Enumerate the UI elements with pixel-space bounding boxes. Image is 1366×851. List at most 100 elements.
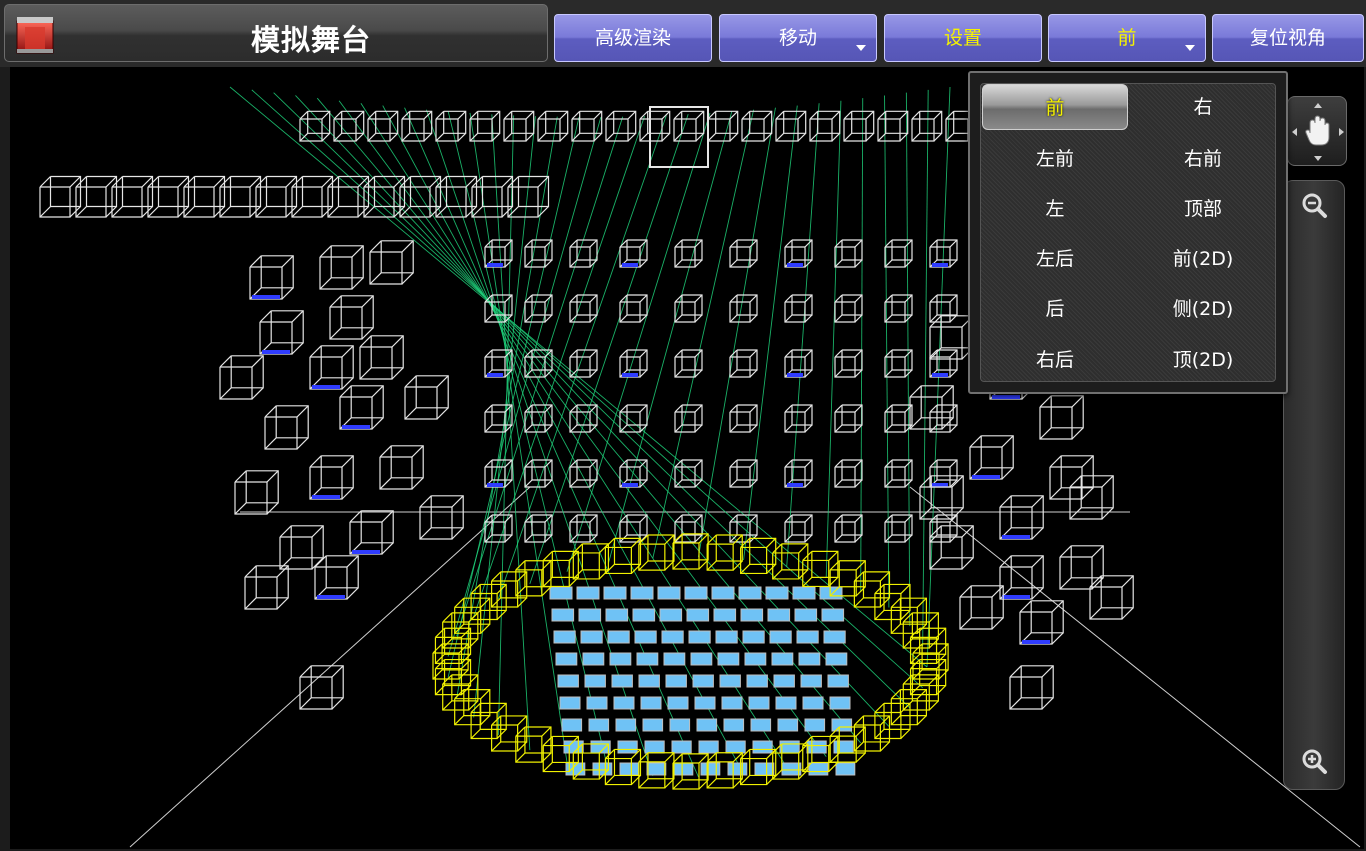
floor-light-tile bbox=[823, 630, 846, 644]
floor-light-tile bbox=[630, 586, 654, 600]
side-fixture bbox=[279, 525, 324, 570]
moving-head-fixture bbox=[929, 349, 958, 378]
floor-light-tile bbox=[806, 740, 827, 754]
side-fixture bbox=[1039, 395, 1084, 440]
view-option-left-front[interactable]: 左前 bbox=[982, 136, 1128, 182]
truss-fixture bbox=[399, 175, 442, 218]
floor-light-tile bbox=[667, 696, 689, 710]
zoom-out-icon[interactable] bbox=[1300, 191, 1328, 219]
floor-light-tile bbox=[713, 608, 737, 622]
floor-light-tile bbox=[549, 586, 573, 600]
moving-head-fixture bbox=[884, 514, 913, 543]
floor-light-tile bbox=[694, 696, 716, 710]
side-fixture bbox=[1089, 575, 1134, 620]
view-option-side-2d[interactable]: 侧(2D) bbox=[1130, 286, 1276, 332]
moving-head-fixture bbox=[929, 459, 958, 488]
floor-light-tile bbox=[673, 762, 694, 776]
floor-light-tile bbox=[808, 762, 829, 776]
light-beam bbox=[743, 105, 798, 561]
floor-light-tile bbox=[634, 630, 657, 644]
light-beam bbox=[922, 89, 929, 647]
side-fixture bbox=[909, 385, 954, 430]
floor-light-tile bbox=[607, 630, 630, 644]
floor-light-tile bbox=[767, 608, 791, 622]
floor-light-tile bbox=[559, 696, 581, 710]
light-beam bbox=[382, 105, 744, 775]
zoom-slider[interactable] bbox=[1283, 180, 1345, 790]
side-fixture bbox=[264, 405, 309, 450]
truss-fixture bbox=[471, 175, 514, 218]
floor-light-tile bbox=[740, 608, 764, 622]
view-option-right-front[interactable]: 右前 bbox=[1130, 136, 1276, 182]
floor-light-tile bbox=[833, 740, 854, 754]
side-fixture bbox=[1049, 455, 1094, 500]
view-select-button[interactable]: 前 bbox=[1048, 14, 1206, 62]
truss-fixture bbox=[333, 110, 365, 142]
chevron-down-icon bbox=[856, 45, 866, 51]
light-beam bbox=[697, 107, 776, 558]
floor-light-tile bbox=[715, 630, 738, 644]
side-fixture bbox=[219, 355, 264, 400]
floor-light-tile bbox=[557, 674, 579, 688]
floor-light-tile bbox=[582, 652, 605, 666]
view-option-left[interactable]: 左 bbox=[982, 186, 1128, 232]
side-fixture bbox=[969, 435, 1014, 480]
truss-fixture bbox=[571, 110, 603, 142]
settings-label: 设置 bbox=[943, 27, 982, 49]
moving-head-fixture bbox=[569, 294, 598, 323]
moving-head-fixture bbox=[524, 514, 553, 543]
moving-head-fixture bbox=[784, 404, 813, 433]
side-fixture bbox=[1069, 475, 1114, 520]
moving-head-fixture bbox=[884, 404, 913, 433]
truss-fixture bbox=[469, 110, 501, 142]
side-fixture bbox=[244, 565, 289, 610]
pan-control[interactable] bbox=[1287, 96, 1347, 166]
view-option-top[interactable]: 顶部 bbox=[1130, 186, 1276, 232]
floor-light-tile bbox=[742, 630, 765, 644]
truss-fixture bbox=[367, 110, 399, 142]
moving-head-fixture bbox=[784, 294, 813, 323]
settings-button[interactable]: 设置 bbox=[884, 14, 1042, 62]
view-option-top-2d[interactable]: 顶(2D) bbox=[1130, 337, 1276, 383]
view-option-front-2d[interactable]: 前(2D) bbox=[1130, 236, 1276, 282]
view-option-right-back[interactable]: 右后 bbox=[982, 337, 1128, 383]
zoom-in-icon[interactable] bbox=[1300, 747, 1328, 775]
floor-light-tile bbox=[750, 718, 772, 732]
side-fixture bbox=[999, 555, 1044, 600]
floor-light-tile bbox=[798, 652, 821, 666]
truss-fixture bbox=[911, 110, 943, 142]
move-button[interactable]: 移动 bbox=[719, 14, 877, 62]
moving-head-fixture bbox=[729, 404, 758, 433]
moving-head-fixture bbox=[729, 349, 758, 378]
side-fixture bbox=[1019, 600, 1064, 645]
view-option-right[interactable]: 右 bbox=[1130, 84, 1276, 130]
floor-light-tile bbox=[700, 762, 721, 776]
view-option-front[interactable]: 前 bbox=[982, 84, 1128, 130]
floor-light-tile bbox=[765, 586, 789, 600]
ring-fixture bbox=[829, 560, 866, 597]
view-option-back[interactable]: 后 bbox=[982, 286, 1128, 332]
hand-pan-icon[interactable] bbox=[1288, 97, 1348, 167]
truss-fixture bbox=[39, 175, 82, 218]
truss-fixture bbox=[255, 175, 298, 218]
view-option-left-back[interactable]: 左后 bbox=[982, 236, 1128, 282]
floor-light-tile bbox=[719, 674, 741, 688]
truss-fixture bbox=[537, 110, 569, 142]
moving-head-fixture bbox=[884, 239, 913, 268]
truss-fixture bbox=[183, 175, 226, 218]
advanced-render-button[interactable]: 高级渲染 bbox=[554, 14, 712, 62]
floor-light-tile bbox=[644, 740, 665, 754]
moving-head-fixture bbox=[784, 349, 813, 378]
reset-view-button[interactable]: 复位视角 bbox=[1212, 14, 1364, 62]
moving-head-fixture bbox=[524, 294, 553, 323]
side-fixture bbox=[314, 555, 359, 600]
floor-light-tile bbox=[661, 630, 684, 644]
light-beam bbox=[456, 116, 624, 637]
side-fixture bbox=[319, 245, 364, 290]
moving-head-fixture bbox=[619, 239, 648, 268]
truss-fixture bbox=[877, 110, 909, 142]
floor-light-tile bbox=[775, 696, 797, 710]
truss-fixture bbox=[707, 110, 739, 142]
moving-head-fixture bbox=[729, 239, 758, 268]
floor-light-tile bbox=[686, 608, 710, 622]
